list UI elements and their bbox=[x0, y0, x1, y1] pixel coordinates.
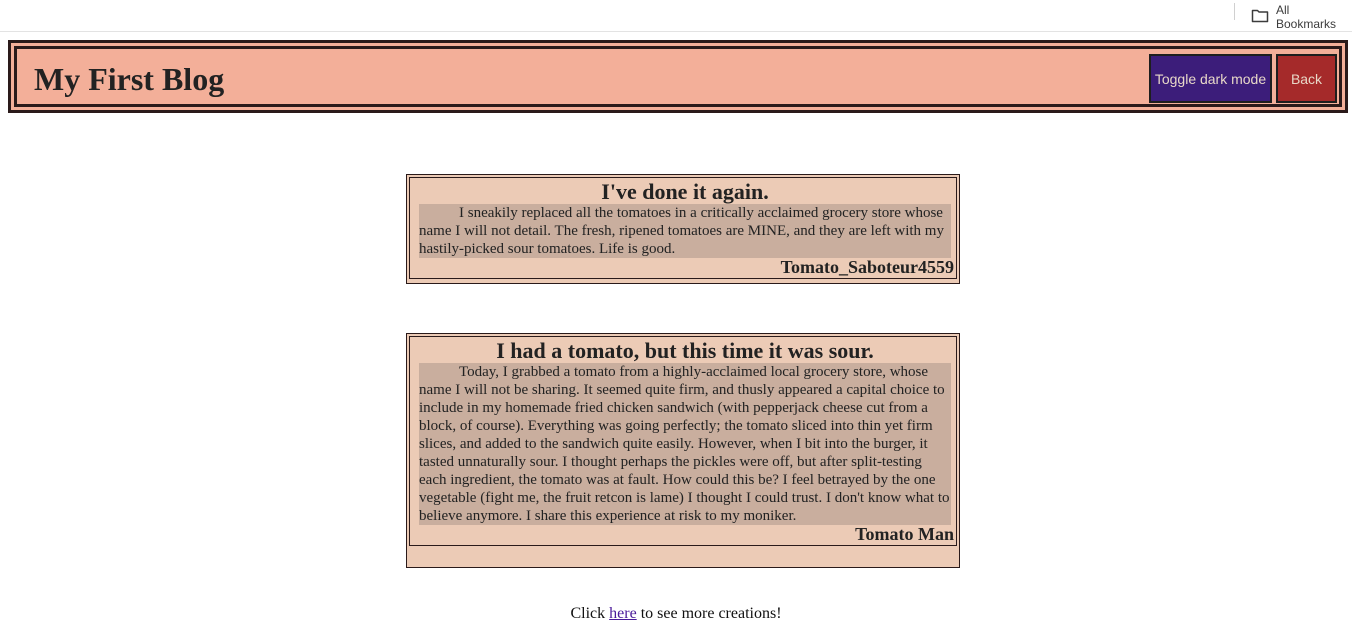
footer-prefix: Click bbox=[570, 605, 610, 622]
blog-post-inner: I've done it again. I sneakily replaced … bbox=[409, 177, 957, 279]
bookmarks-bar: All Bookmarks bbox=[0, 0, 1352, 32]
post-author: Tomato_Saboteur4559 bbox=[780, 257, 954, 277]
post-body: I sneakily replaced all the tomatoes in … bbox=[419, 204, 951, 258]
post-author: Tomato Man bbox=[855, 524, 954, 544]
blog-post: I had a tomato, but this time it was sou… bbox=[406, 333, 960, 568]
blog-header: My First Blog Toggle dark mode Back bbox=[8, 40, 1348, 113]
post-body: Today, I grabbed a tomato from a highly-… bbox=[419, 363, 951, 525]
toggle-dark-mode-button[interactable]: Toggle dark mode bbox=[1149, 54, 1272, 103]
back-button[interactable]: Back bbox=[1276, 54, 1337, 103]
blog-post-inner: I had a tomato, but this time it was sou… bbox=[409, 336, 957, 546]
post-title: I've done it again. bbox=[601, 179, 769, 204]
post-title: I had a tomato, but this time it was sou… bbox=[496, 338, 874, 363]
all-bookmarks-button[interactable]: All Bookmarks bbox=[1251, 3, 1352, 31]
all-bookmarks-label: All Bookmarks bbox=[1276, 3, 1337, 31]
footer: Click here to see more creations! bbox=[0, 604, 1352, 624]
bookmarks-divider bbox=[1234, 3, 1235, 20]
more-creations-link[interactable]: here bbox=[609, 605, 637, 622]
folder-icon bbox=[1251, 9, 1276, 26]
page-title: My First Blog bbox=[34, 61, 225, 97]
blog-post: I've done it again. I sneakily replaced … bbox=[406, 174, 960, 284]
blog-header-inner: My First Blog Toggle dark mode Back bbox=[14, 46, 1342, 107]
footer-suffix: to see more creations! bbox=[636, 605, 782, 622]
